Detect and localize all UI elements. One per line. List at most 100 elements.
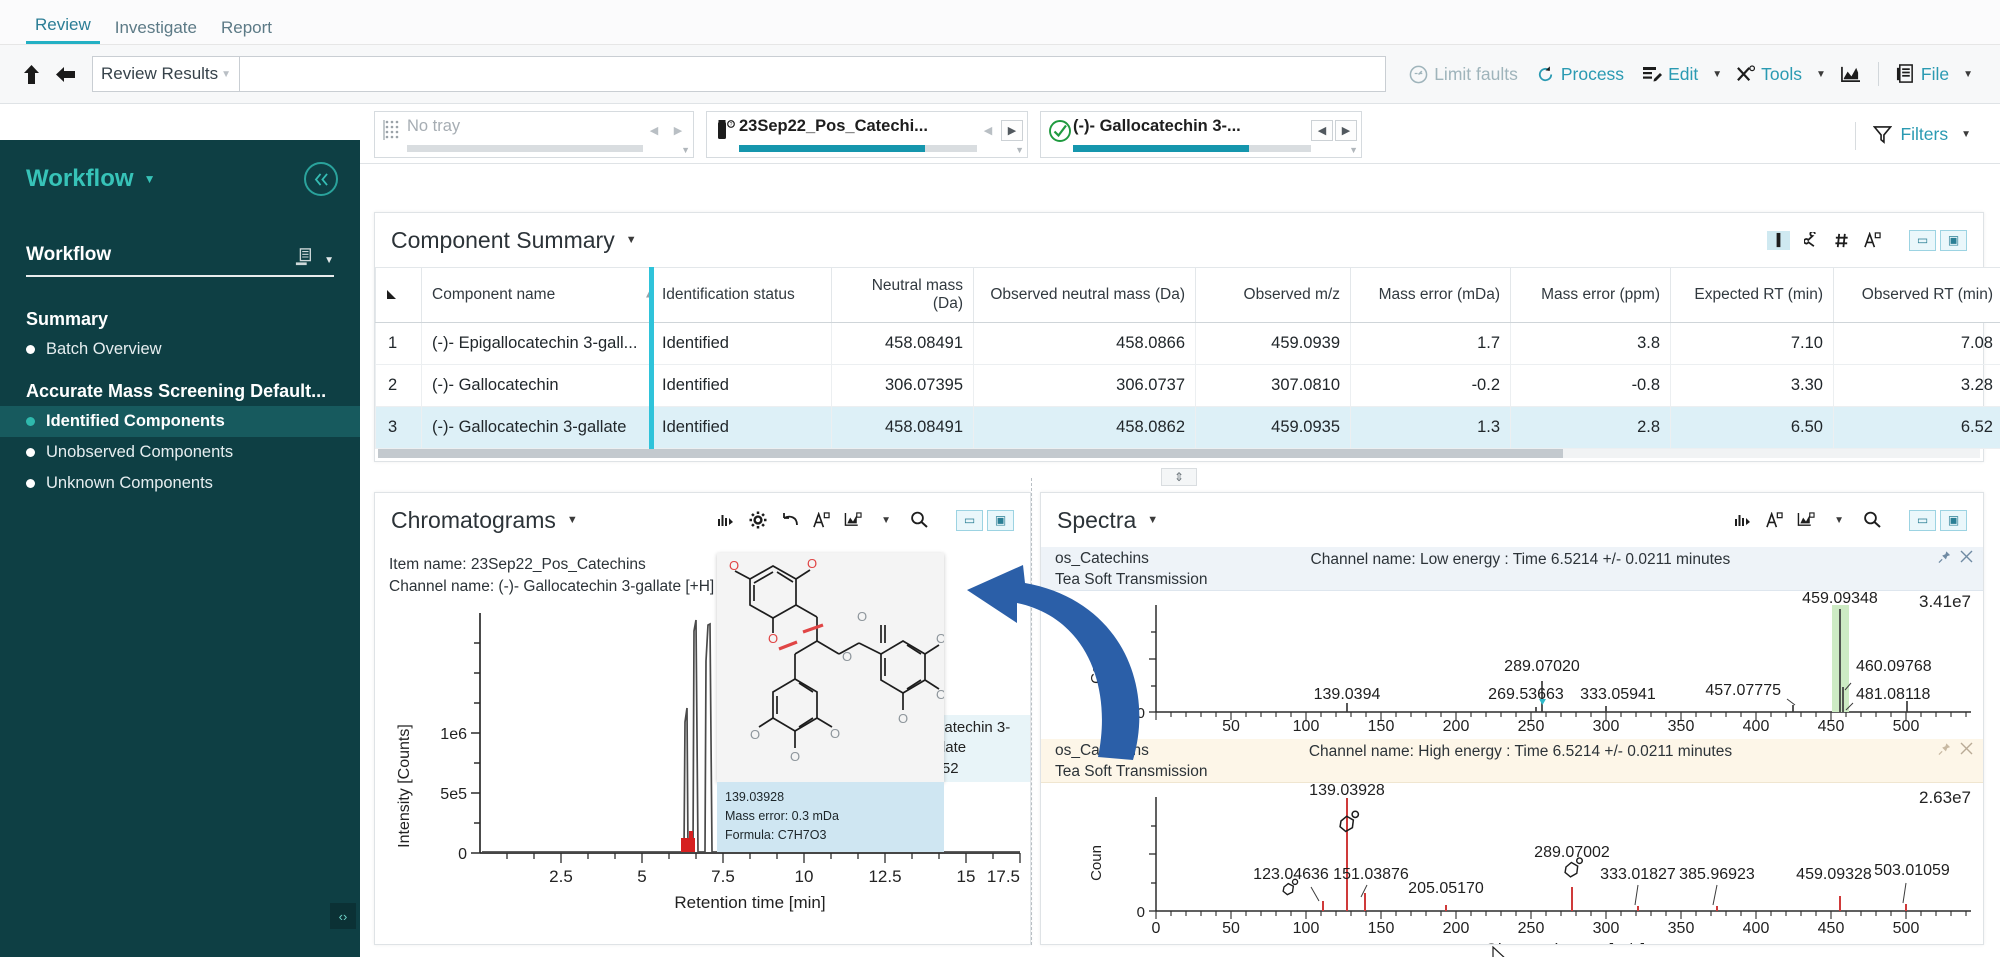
address-field[interactable]	[240, 56, 1387, 92]
pin-icon[interactable]	[1938, 742, 1951, 756]
edit-button[interactable]: Edit	[1633, 64, 1707, 85]
workflow-selector-chevron-down-icon[interactable]: ▼	[324, 255, 334, 266]
tools-button[interactable]: Tools	[1727, 64, 1811, 85]
chromatograms-title: Chromatograms	[391, 506, 556, 533]
sample-nav-arrows[interactable]: ◀ ▶	[977, 117, 1023, 141]
column-header-mass-error-mda[interactable]: Mass error (mDa)	[1350, 267, 1511, 323]
back-arrow-icon[interactable]	[55, 65, 76, 84]
spectra-chevron-down-icon[interactable]: ▼	[1147, 514, 1158, 526]
file-chevron-down-icon[interactable]: ▼	[1958, 69, 1978, 80]
close-icon[interactable]	[1960, 550, 1973, 564]
sort-indicator-cell[interactable]	[375, 267, 422, 323]
table-row[interactable]: 2 (-)- Gallocatechin Identified 306.0739…	[375, 364, 2000, 407]
tray-selector-card[interactable]: No tray ◀ ▶ ▼	[374, 111, 694, 158]
column-header-mass-error-ppm[interactable]: Mass error (ppm)	[1510, 267, 1671, 323]
high-energy-item-name: os_Catechins Tea Soft Transmission	[1055, 741, 1207, 783]
workflow-picker-icon[interactable]	[295, 248, 313, 266]
column-header-component-name[interactable]: Component name	[421, 267, 652, 323]
component-next-button[interactable]: ▶	[1335, 120, 1357, 141]
panel-splitter[interactable]: ⇕	[374, 466, 1984, 488]
sidebar-collapse-button[interactable]	[304, 162, 338, 196]
spectra-chart-axis-chevron-down-icon[interactable]: ▼	[1829, 515, 1849, 526]
chromatograms-chevron-down-icon[interactable]: ▼	[567, 514, 578, 526]
process-label: Process	[1560, 63, 1625, 84]
bar-peaks-icon[interactable]	[1734, 512, 1752, 528]
edit-list-icon	[1642, 65, 1663, 83]
process-button[interactable]: Process	[1527, 64, 1633, 85]
chart-view-button[interactable]	[1831, 65, 1870, 84]
bar-peaks-icon[interactable]	[717, 512, 735, 528]
sample-selector-card[interactable]: ? 23Sep22_Pos_Catechi... ◀ ▶ ▼	[706, 111, 1028, 158]
tools-chevron-down-icon[interactable]: ▼	[1811, 69, 1831, 80]
sample-chevron-down-icon[interactable]: ▼	[1015, 145, 1024, 155]
xtick-7.5: 7.5	[711, 867, 735, 886]
filters-button[interactable]: Filters ▼	[1855, 122, 1976, 150]
undo-icon[interactable]	[781, 512, 799, 528]
low-energy-ytick-0: 0	[1137, 705, 1145, 722]
menu-tab-review[interactable]: Review	[26, 15, 100, 44]
tray-prev-button[interactable]: ◀	[643, 120, 665, 141]
hash-icon[interactable]	[1834, 232, 1850, 249]
annotate-icon[interactable]	[1766, 511, 1783, 529]
sample-title: 23Sep22_Pos_Catechi...	[739, 117, 928, 135]
close-icon[interactable]	[1960, 742, 1973, 756]
breadcrumb-dropdown[interactable]: Review Results ▼	[92, 56, 240, 92]
share-icon[interactable]	[1804, 231, 1820, 249]
menu-tab-report[interactable]: Report	[212, 18, 281, 44]
panel-vertical-divider[interactable]	[1031, 478, 1032, 945]
component-summary-chevron-down-icon[interactable]: ▼	[626, 234, 637, 246]
sidebar-item-identified-components[interactable]: Identified Components	[0, 406, 360, 437]
column-header-neutral-mass[interactable]: Neutral mass (Da)	[831, 267, 974, 323]
column-header-observed-mz[interactable]: Observed m/z	[1195, 267, 1351, 323]
zoom-icon[interactable]	[1863, 511, 1881, 529]
annotate-icon[interactable]	[1864, 231, 1881, 249]
annotate-icon[interactable]	[813, 511, 830, 529]
bar-peaks-icon[interactable]	[1767, 230, 1790, 250]
up-arrow-icon[interactable]	[22, 64, 41, 85]
edit-chevron-down-icon[interactable]: ▼	[1707, 69, 1727, 80]
column-header-observed-rt[interactable]: Observed RT (min)	[1833, 267, 2000, 323]
sidebar-expand-handle[interactable]: ‹›	[330, 903, 356, 929]
sidebar-title-chevron-down-icon[interactable]: ▼	[144, 172, 156, 186]
table-row[interactable]: 3 (-)- Gallocatechin 3-gallate Identifie…	[375, 406, 2000, 449]
limit-faults-button[interactable]: Limit faults	[1400, 64, 1527, 85]
sample-prev-button[interactable]: ◀	[977, 120, 999, 141]
high-energy-spectrum-plot[interactable]: 2.63e7 0 Coun 123.04636 139.03928 151.03…	[1041, 783, 1984, 945]
sidebar-item-batch-overview[interactable]: Batch Overview	[0, 334, 360, 365]
maximize-icon[interactable]: ▣	[987, 509, 1014, 531]
component-chevron-down-icon[interactable]: ▼	[1349, 145, 1358, 155]
workflow-selector[interactable]: Workflow ▼	[26, 244, 334, 277]
chart-axis-chevron-down-icon[interactable]: ▼	[876, 515, 896, 526]
sidebar-item-unknown-components[interactable]: Unknown Components	[0, 468, 360, 499]
tray-chevron-down-icon[interactable]: ▼	[681, 145, 690, 155]
column-header-expected-rt[interactable]: Expected RT (min)	[1670, 267, 1834, 323]
cell-observed-rt: 3.28	[1833, 364, 2000, 407]
low-energy-spectrum-plot[interactable]: 3.41e7 0 Coun 139.0394 269.53663 289.070…	[1041, 591, 1984, 733]
maximize-icon[interactable]: ▣	[1940, 509, 1967, 531]
zoom-icon[interactable]	[910, 511, 928, 529]
minimize-icon[interactable]: ▭	[1909, 509, 1936, 531]
component-selector-card[interactable]: (-)- Gallocatechin 3-... ◀ ▶ ▼	[1040, 111, 1362, 158]
table-horizontal-scrollbar[interactable]	[378, 449, 1980, 458]
tray-next-button[interactable]: ▶	[667, 120, 689, 141]
menu-tab-investigate[interactable]: Investigate	[106, 18, 206, 44]
pin-icon[interactable]	[1938, 550, 1951, 564]
chart-axis-icon[interactable]	[1797, 511, 1815, 529]
file-button[interactable]: File	[1887, 64, 1958, 85]
minimize-icon[interactable]: ▭	[956, 509, 983, 531]
column-header-identification-status[interactable]: ▲ Identification status	[644, 267, 832, 323]
maximize-icon[interactable]: ▣	[1940, 229, 1967, 251]
component-nav-arrows[interactable]: ◀ ▶	[1311, 117, 1357, 141]
gear-icon[interactable]	[749, 511, 767, 529]
column-resize-indicator[interactable]	[649, 267, 654, 455]
splitter-handle-icon[interactable]: ⇕	[1161, 468, 1197, 486]
minimize-icon[interactable]: ▭	[1909, 229, 1936, 251]
column-header-observed-neutral-mass[interactable]: Observed neutral mass (Da)	[973, 267, 1196, 323]
filters-chevron-down-icon[interactable]: ▼	[1956, 129, 1976, 140]
component-prev-button[interactable]: ◀	[1311, 120, 1333, 141]
tray-nav-arrows[interactable]: ◀ ▶	[643, 117, 689, 141]
sidebar-item-unobserved-components[interactable]: Unobserved Components	[0, 437, 360, 468]
table-row[interactable]: 1 (-)- Epigallocatechin 3-gall... Identi…	[375, 322, 2000, 365]
chart-axis-icon[interactable]	[844, 511, 862, 529]
sample-next-button[interactable]: ▶	[1001, 120, 1023, 141]
